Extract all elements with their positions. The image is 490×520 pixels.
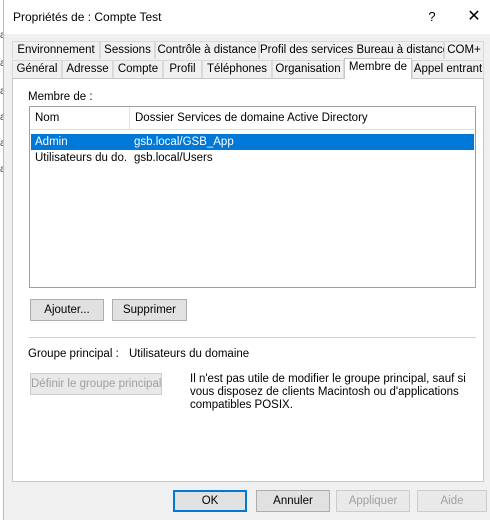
tab-controle-a-distance[interactable]: Contrôle à distance — [155, 41, 259, 59]
tab-panel-membre-de: Membre de : Nom Dossier Services de doma… — [12, 78, 484, 482]
close-icon[interactable]: ✕ — [463, 7, 485, 27]
primary-group-info: Il n'est pas utile de modifier le groupe… — [190, 373, 466, 411]
remove-button[interactable]: Supprimer — [112, 299, 187, 321]
group-list[interactable]: Nom Dossier Services de domaine Active D… — [29, 106, 476, 288]
tab-membre-de[interactable]: Membre de — [344, 58, 412, 79]
group-name: Admin — [35, 136, 68, 148]
tab-organisation[interactable]: Organisation — [272, 60, 344, 78]
tab-compte[interactable]: Compte — [113, 60, 163, 78]
group-name: Utilisateurs du do... — [35, 152, 127, 164]
add-button[interactable]: Ajouter... — [30, 299, 104, 321]
member-of-label: Membre de : — [28, 91, 93, 103]
group-folder: gsb.local/GSB_App — [134, 136, 234, 148]
tab-sessions[interactable]: Sessions — [100, 41, 155, 59]
tab-com-plus[interactable]: COM+ — [444, 41, 484, 59]
tab-appel-entrant[interactable]: Appel entrant — [412, 60, 484, 78]
column-header-nom[interactable]: Nom — [30, 107, 130, 129]
primary-group-value: Utilisateurs du domaine — [129, 348, 250, 360]
tab-general[interactable]: Général — [12, 60, 62, 78]
group-folder: gsb.local/Users — [134, 152, 213, 164]
list-item[interactable]: Utilisateurs du do... gsb.local/Users — [31, 150, 474, 166]
tab-profil[interactable]: Profil — [163, 60, 202, 78]
help-button[interactable]: Aide — [417, 490, 487, 512]
window-title: Propriétés de : Compte Test — [13, 10, 162, 24]
column-header-dossier[interactable]: Dossier Services de domaine Active Direc… — [130, 107, 475, 129]
properties-dialog: Propriétés de : Compte Test ? ✕ Environn… — [3, 0, 490, 520]
primary-group-label: Groupe principal : — [28, 348, 119, 360]
list-header: Nom Dossier Services de domaine Active D… — [30, 107, 475, 130]
apply-button[interactable]: Appliquer — [336, 490, 410, 512]
tab-environnement[interactable]: Environnement — [12, 41, 100, 59]
set-primary-group-button[interactable]: Définir le groupe principal — [30, 373, 162, 395]
title-bar[interactable]: Propriétés de : Compte Test ? ✕ — [4, 0, 490, 34]
divider — [29, 337, 476, 338]
tab-profil-services-bureau-a-distance[interactable]: Profil des services Bureau à distance — [259, 41, 449, 59]
ok-button[interactable]: OK — [173, 490, 247, 512]
list-item[interactable]: Admin gsb.local/GSB_App — [31, 134, 474, 150]
tab-adresse[interactable]: Adresse — [62, 60, 113, 78]
help-icon[interactable]: ? — [422, 7, 442, 27]
tab-telephones[interactable]: Téléphones — [202, 60, 272, 78]
cancel-button[interactable]: Annuler — [256, 490, 330, 512]
